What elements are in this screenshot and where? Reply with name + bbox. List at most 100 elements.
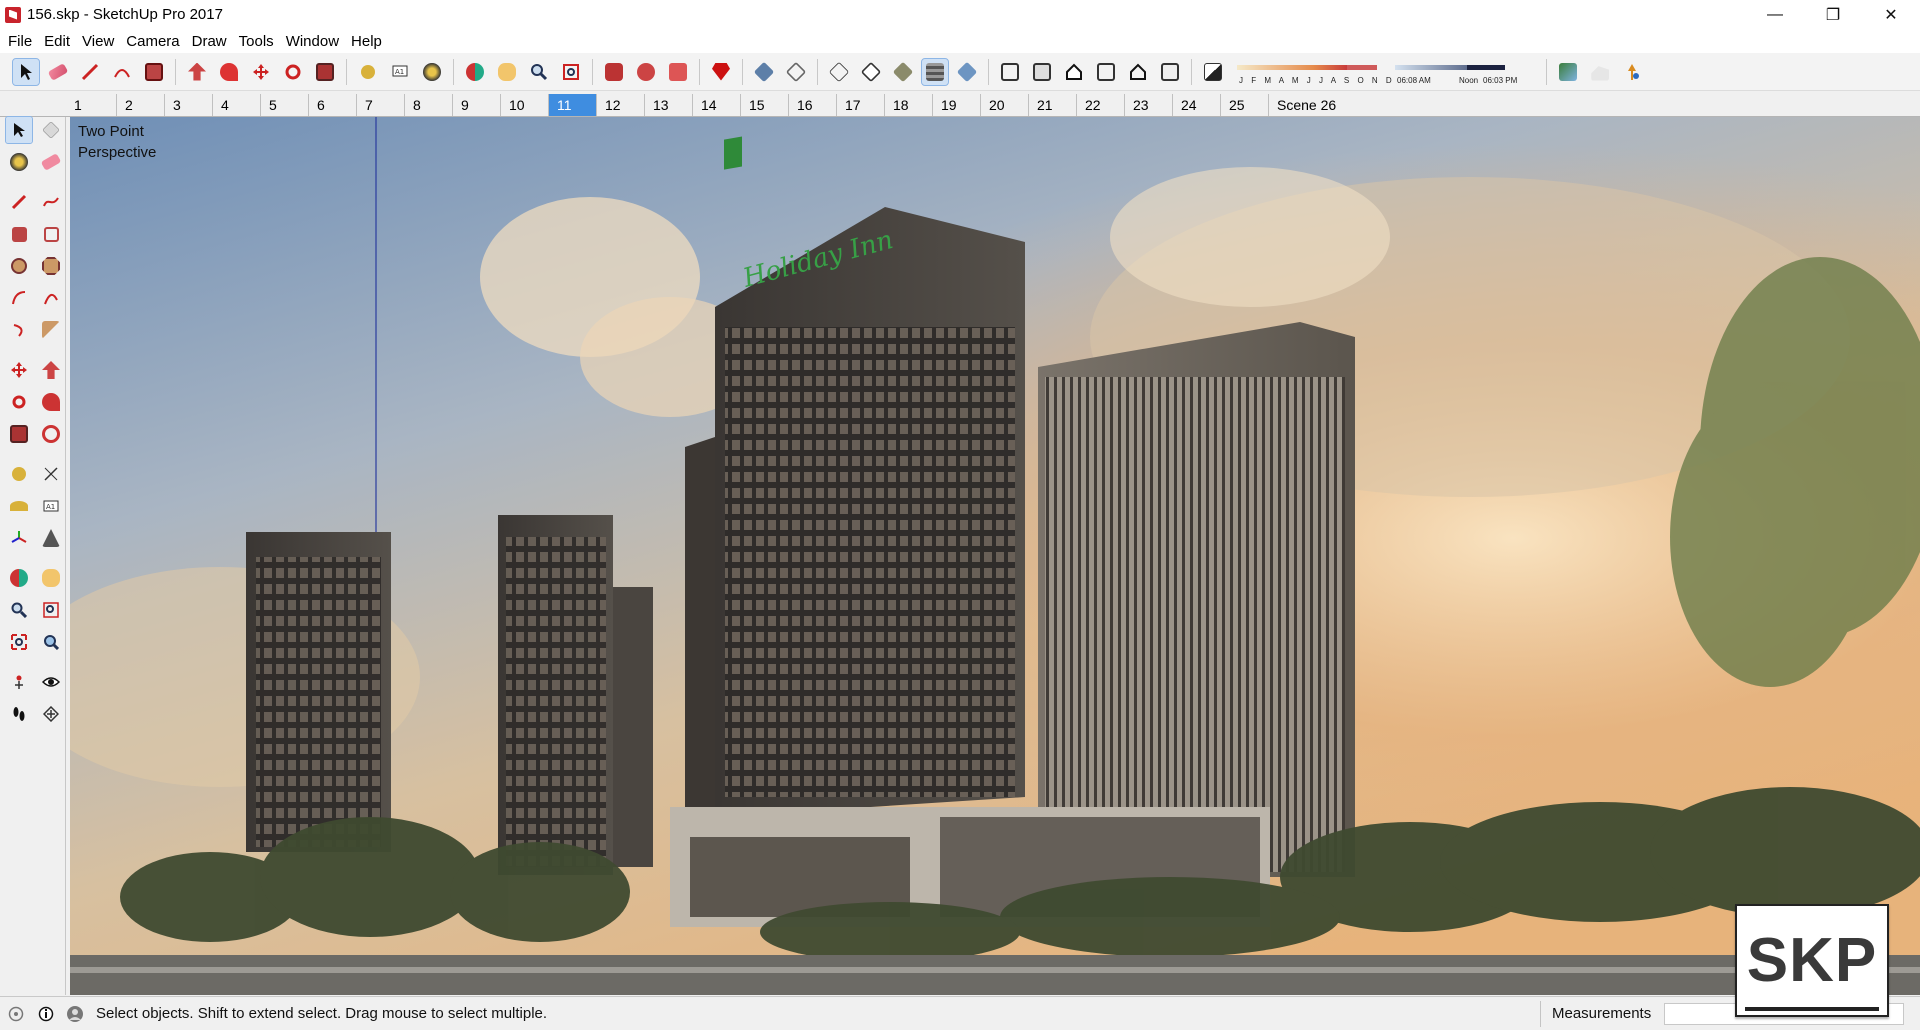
scene-tab[interactable]: 22 — [1076, 94, 1124, 116]
rotate-tool[interactable] — [6, 389, 32, 415]
3d-text-tool[interactable] — [38, 525, 64, 551]
zoom-extents-tool[interactable] — [6, 629, 32, 655]
scene-tab[interactable]: 16 — [788, 94, 836, 116]
text-tool[interactable]: A1 — [38, 493, 64, 519]
shaded-textures-button[interactable] — [921, 57, 949, 86]
scene-tab[interactable]: 1 — [68, 94, 116, 116]
scene-tab[interactable]: 12 — [596, 94, 644, 116]
two-point-arc-tool[interactable] — [38, 285, 64, 311]
scene-tab[interactable]: 4 — [212, 94, 260, 116]
previous-view-tool[interactable] — [38, 629, 64, 655]
scene-tab[interactable]: 7 — [356, 94, 404, 116]
extension-warehouse-button[interactable] — [665, 59, 691, 85]
scene-tab[interactable]: 3 — [164, 94, 212, 116]
paint-bucket-tool[interactable] — [6, 149, 32, 175]
left-view-button[interactable] — [1157, 59, 1183, 85]
rotate-tool-button[interactable] — [280, 59, 306, 85]
xray-button[interactable] — [751, 59, 777, 85]
zoom-tool[interactable] — [6, 597, 32, 623]
orbit-tool[interactable] — [6, 565, 32, 591]
right-view-button[interactable] — [1093, 59, 1119, 85]
back-edges-button[interactable] — [783, 59, 809, 85]
arc-tool[interactable] — [6, 285, 32, 311]
move-tool[interactable] — [6, 357, 32, 383]
orbit-button[interactable] — [462, 59, 488, 85]
menu-help[interactable]: Help — [345, 33, 388, 50]
scene-tab[interactable]: 10 — [500, 94, 548, 116]
scene-tab[interactable]: 25 — [1220, 94, 1268, 116]
tape-measure-tool[interactable] — [6, 461, 32, 487]
rectangle-tool[interactable] — [6, 221, 32, 247]
scale-tool-button[interactable] — [312, 59, 338, 85]
ruby-console-button[interactable] — [708, 59, 734, 85]
section-plane-tool[interactable] — [38, 701, 64, 727]
select-tool[interactable] — [5, 116, 33, 144]
pan-tool[interactable] — [38, 565, 64, 591]
paint-bucket-button[interactable] — [419, 59, 445, 85]
scene-tab[interactable]: 15 — [740, 94, 788, 116]
scene-tab[interactable]: 24 — [1172, 94, 1220, 116]
scene-tab[interactable]: 21 — [1028, 94, 1076, 116]
top-view-button[interactable] — [1029, 59, 1055, 85]
iso-view-button[interactable] — [997, 59, 1023, 85]
shadows-toggle-button[interactable] — [1200, 59, 1226, 85]
position-camera-tool[interactable] — [6, 669, 32, 695]
follow-me-tool[interactable] — [38, 389, 64, 415]
dimension-tool[interactable] — [38, 461, 64, 487]
arc-tool-button[interactable] — [109, 59, 135, 85]
warehouse-button[interactable] — [601, 59, 627, 85]
restore-button[interactable]: ❐ — [1804, 0, 1862, 29]
scene-tab[interactable]: 18 — [884, 94, 932, 116]
scene-tab-active[interactable]: 11 — [548, 94, 596, 116]
shape-tool-button[interactable] — [141, 59, 167, 85]
add-location-button[interactable] — [1555, 59, 1581, 85]
scene-tab[interactable]: 5 — [260, 94, 308, 116]
share-model-button[interactable] — [633, 59, 659, 85]
minimize-button[interactable]: — — [1746, 0, 1804, 29]
wireframe-button[interactable] — [826, 59, 852, 85]
pie-tool[interactable] — [38, 317, 64, 343]
tape-measure-button[interactable] — [355, 59, 381, 85]
rotated-rectangle-tool[interactable] — [38, 221, 64, 247]
scene-tab[interactable]: Scene 26 — [1268, 94, 1338, 116]
menu-draw[interactable]: Draw — [186, 33, 233, 50]
get-photo-texture-button[interactable] — [1619, 59, 1645, 85]
walk-tool[interactable] — [6, 701, 32, 727]
follow-me-button[interactable] — [216, 59, 242, 85]
freehand-tool[interactable] — [38, 189, 64, 215]
polygon-tool[interactable] — [38, 253, 64, 279]
user-account-icon[interactable] — [66, 1005, 84, 1023]
protractor-tool[interactable] — [6, 493, 32, 519]
scene-tab[interactable]: 14 — [692, 94, 740, 116]
line-tool[interactable] — [6, 189, 32, 215]
offset-tool[interactable] — [38, 421, 64, 447]
menu-camera[interactable]: Camera — [120, 33, 185, 50]
front-view-button[interactable] — [1061, 59, 1087, 85]
close-button[interactable]: ✕ — [1862, 0, 1920, 29]
scene-tab[interactable]: 20 — [980, 94, 1028, 116]
pan-button[interactable] — [494, 59, 520, 85]
circle-tool[interactable] — [6, 253, 32, 279]
push-pull-tool[interactable] — [38, 357, 64, 383]
back-view-button[interactable] — [1125, 59, 1151, 85]
zoom-button[interactable] — [526, 59, 552, 85]
three-point-arc-tool[interactable] — [6, 317, 32, 343]
menu-view[interactable]: View — [76, 33, 120, 50]
scene-tab[interactable]: 2 — [116, 94, 164, 116]
zoom-window-tool[interactable] — [38, 597, 64, 623]
scale-tool[interactable] — [6, 421, 32, 447]
eraser-tool[interactable] — [38, 149, 64, 175]
look-around-tool[interactable] — [38, 669, 64, 695]
line-tool-button[interactable] — [77, 59, 103, 85]
move-tool-button[interactable] — [248, 59, 274, 85]
model-viewport[interactable]: Holiday Inn Two Point Perspective — [70, 117, 1920, 995]
scene-tab[interactable]: 9 — [452, 94, 500, 116]
hidden-line-button[interactable] — [858, 59, 884, 85]
toggle-terrain-button[interactable] — [1587, 59, 1613, 85]
menu-tools[interactable]: Tools — [233, 33, 280, 50]
text-tool-button[interactable]: A1 — [387, 59, 413, 85]
make-component-tool[interactable] — [38, 117, 64, 143]
menu-file[interactable]: File — [2, 33, 38, 50]
scene-tab[interactable]: 19 — [932, 94, 980, 116]
zoom-extents-button[interactable] — [558, 59, 584, 85]
